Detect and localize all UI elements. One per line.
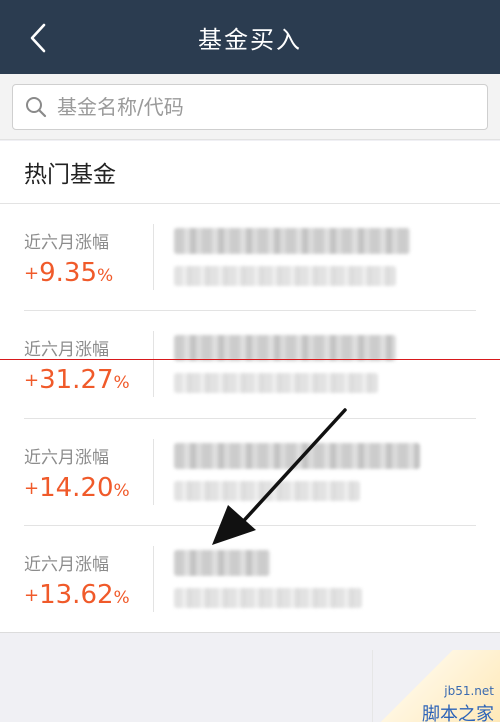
app-header: 基金买入 — [0, 0, 500, 74]
search-bar — [0, 74, 500, 140]
watermark-logo: jb51.net 脚本之家 — [372, 650, 500, 722]
watermark-site: jb51.net — [444, 684, 494, 698]
gain-label: 近六月涨幅 — [24, 233, 109, 253]
divider — [153, 546, 154, 612]
gain-value: +13.62% — [24, 580, 130, 610]
divider — [153, 224, 154, 290]
fund-code-redacted — [174, 481, 360, 501]
fund-row[interactable]: 近六月涨幅 +13.62% — [0, 526, 500, 633]
search-input[interactable] — [57, 91, 477, 123]
gain-value: +14.20% — [24, 473, 130, 503]
fund-row[interactable]: 近六月涨幅 +14.20% — [0, 419, 500, 526]
hot-funds-list: 热门基金 近六月涨幅 +9.35% 近六月涨幅 +31.27% 近六月涨幅 +1… — [0, 141, 500, 633]
fund-row[interactable]: 近六月涨幅 +9.35% — [0, 204, 500, 311]
page-title: 基金买入 — [198, 26, 302, 54]
fund-name-redacted — [174, 228, 410, 254]
gain-value: +9.35% — [24, 258, 114, 288]
search-box[interactable] — [12, 84, 488, 130]
gain-label: 近六月涨幅 — [24, 340, 109, 360]
divider — [153, 331, 154, 397]
fund-name-redacted — [174, 550, 270, 576]
red-line-annotation — [0, 359, 500, 360]
fund-code-redacted — [174, 588, 362, 608]
gain-value: +31.27% — [24, 365, 130, 395]
fund-code-redacted — [174, 373, 378, 393]
section-title: 热门基金 — [24, 162, 116, 188]
gain-label: 近六月涨幅 — [24, 555, 109, 575]
search-icon — [26, 97, 47, 118]
divider — [153, 439, 154, 505]
watermark-brand: 脚本之家 — [422, 704, 494, 722]
gain-label: 近六月涨幅 — [24, 448, 109, 468]
fund-name-redacted — [174, 443, 420, 469]
fund-code-redacted — [174, 266, 396, 286]
fund-name-redacted — [174, 335, 396, 361]
fund-row[interactable]: 近六月涨幅 +31.27% — [0, 311, 500, 418]
